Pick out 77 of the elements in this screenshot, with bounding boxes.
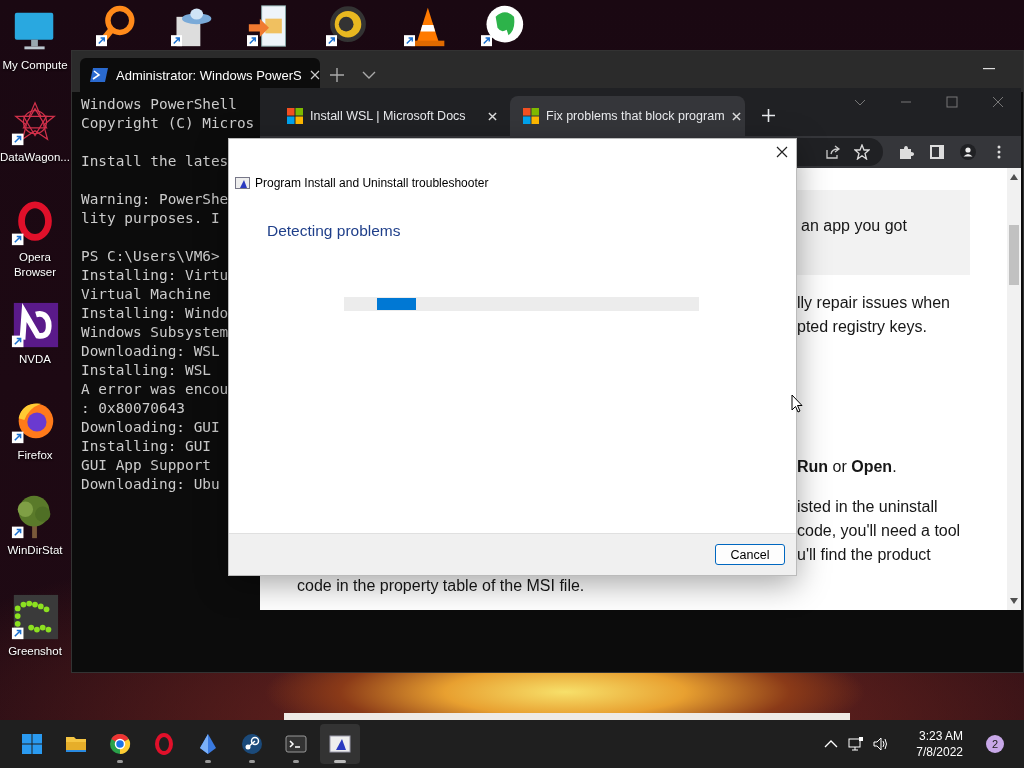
paragraph-line: code, you'll need a tool xyxy=(797,521,961,541)
paragraph-line: lly repair issues when xyxy=(797,293,950,313)
clock-date: 7/8/2022 xyxy=(916,744,963,760)
volume-icon[interactable] xyxy=(873,736,890,752)
shell-icon xyxy=(90,68,108,82)
terminal-line: Windows PowerShell xyxy=(81,95,237,114)
color-wheel-icon xyxy=(108,732,132,756)
plus-icon[interactable] xyxy=(330,68,344,82)
notification-badge[interactable]: 2 xyxy=(986,735,1004,753)
icon-label: Opera Browser xyxy=(12,250,58,280)
four-squares-icon xyxy=(523,108,539,124)
icon-label: My Compute xyxy=(2,58,68,73)
maximize-icon[interactable] xyxy=(946,96,958,108)
ring-icon xyxy=(152,732,176,756)
terminal-line: Downloading: Ubu xyxy=(81,475,220,494)
dots-icon[interactable] xyxy=(10,594,60,642)
close-icon[interactable] xyxy=(776,146,788,158)
side-panel-icon[interactable] xyxy=(929,144,945,160)
terminal-line: Windows Subsystem xyxy=(81,323,229,342)
icon-label: DataWagon... xyxy=(0,150,70,165)
window-chart-icon xyxy=(328,732,352,756)
browser-tab[interactable]: Fix problems that block program xyxy=(510,96,745,136)
curve-logo-icon[interactable] xyxy=(10,302,60,350)
paragraph-line: isted in the uninstall xyxy=(797,497,938,517)
paragraph-line: code in the property table of the MSI file. xyxy=(297,576,585,596)
network-icon[interactable] xyxy=(848,736,865,752)
terminal-line: Installing: Windo xyxy=(81,304,229,323)
icon-label: WinDirStat xyxy=(7,543,63,558)
terminal-line: Copyright (C) Micros xyxy=(81,114,255,133)
console-icon xyxy=(284,732,308,756)
terminal-line: Downloading: WSL xyxy=(81,342,220,361)
icon-label: Greenshot xyxy=(8,644,62,659)
terminal-line: Downloading: GUI xyxy=(81,418,220,437)
puzzle-icon[interactable] xyxy=(898,144,914,160)
paragraph-line: Run or Open. xyxy=(797,457,897,477)
tab-title: Fix problems that block program xyxy=(546,109,725,123)
address-bar[interactable] xyxy=(797,138,883,166)
tab-title: Install WSL | Microsoft Docs xyxy=(310,109,466,123)
window-chart-icon xyxy=(235,177,250,189)
terminal-line: PS C:\Users\VM6> xyxy=(81,247,220,266)
clock-time: 3:23 AM xyxy=(918,728,963,744)
terminal-line: Installing: Virtu xyxy=(81,266,229,285)
terminal-tab[interactable]: Administrator: Windows PowerS xyxy=(80,58,320,92)
terminal-line: lity purposes. I xyxy=(81,209,220,228)
chevron-down-icon[interactable] xyxy=(362,70,376,80)
terminal-line: : 0x80070643 xyxy=(81,399,185,418)
scrollbar[interactable] xyxy=(1007,168,1021,610)
scroll-down-icon[interactable] xyxy=(1010,598,1018,604)
clock[interactable]: 3:23 AM 7/8/2022 xyxy=(916,728,963,760)
status-heading: Detecting problems xyxy=(267,222,402,240)
browser-tab[interactable]: Install WSL | Microsoft Docs xyxy=(268,96,505,136)
dialog-title: Program Install and Uninstall troubleshooter xyxy=(255,176,489,190)
icon-label: NVDA xyxy=(19,352,51,367)
cancel-button[interactable]: Cancel xyxy=(715,544,785,565)
terminal-line: Warning: PowerShe xyxy=(81,190,229,209)
profile-icon[interactable] xyxy=(960,144,976,160)
terminal-line: GUI App Support xyxy=(81,456,211,475)
paragraph-line: u'll find the product xyxy=(797,545,931,565)
terminal-line: A error was encou xyxy=(81,380,229,399)
terminal-line: Installing: WSL xyxy=(81,361,211,380)
terminal-line: Installing: GUI xyxy=(81,437,211,456)
paragraph-line: pted registry keys. xyxy=(797,317,927,337)
tab-title: Administrator: Windows PowerS xyxy=(116,67,302,83)
four-squares-icon xyxy=(287,108,303,124)
terminal-line: Virtual Machine xyxy=(81,285,211,304)
minimize-icon[interactable] xyxy=(983,68,995,70)
star-icon[interactable] xyxy=(854,144,870,160)
callout-text: an app you got xyxy=(801,217,907,234)
icon-label: Firefox xyxy=(17,448,53,463)
share-icon[interactable] xyxy=(825,144,841,160)
terminal-line: Install the lates xyxy=(81,152,229,171)
windows-grid-icon xyxy=(20,732,44,756)
scroll-up-icon[interactable] xyxy=(1010,174,1018,180)
taskbar-app[interactable] xyxy=(320,724,360,764)
disc-icon xyxy=(240,732,264,756)
scrollbar-thumb[interactable] xyxy=(1009,225,1019,285)
new-tab-icon[interactable] xyxy=(762,109,775,122)
